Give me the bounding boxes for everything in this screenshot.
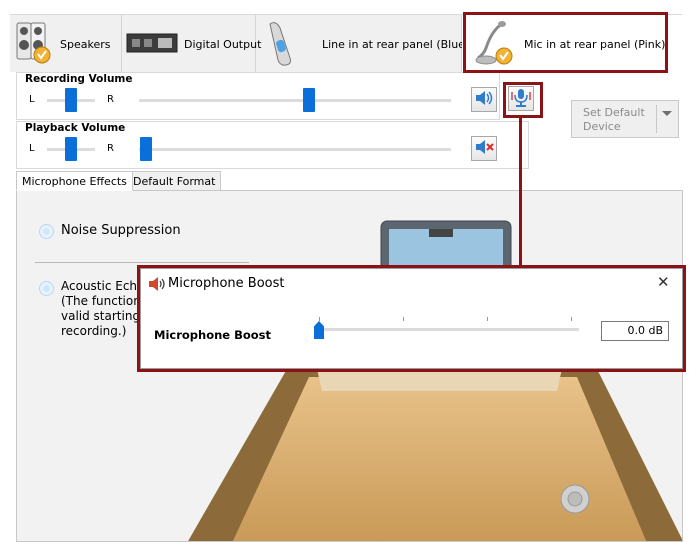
split-divider — [656, 105, 657, 133]
acoustic-line: valid starting — [61, 309, 141, 323]
device-label: Speakers — [60, 37, 111, 51]
speaker-icon — [147, 276, 167, 295]
microphone-icon — [474, 20, 518, 69]
device-label: Digital Output — [184, 37, 262, 51]
device-tab-mic-in[interactable]: Mic in at rear panel (Pink) — [462, 15, 682, 73]
tab-label: Microphone Effects — [22, 175, 127, 188]
tick — [571, 317, 572, 321]
set-default-label-line1: Set Default — [583, 106, 645, 119]
divider — [35, 262, 249, 263]
dialog-title: Microphone Boost — [168, 276, 285, 291]
tick — [319, 317, 320, 321]
tick — [403, 317, 404, 321]
playback-volume-slider[interactable] — [140, 137, 152, 161]
recording-balance-slider[interactable] — [65, 88, 77, 112]
recording-volume-track — [139, 99, 451, 102]
speaker-volume-icon — [474, 90, 494, 109]
boost-track — [317, 328, 579, 331]
tick — [487, 317, 488, 321]
device-tab-bar: Speakers Digital Output Line in at rear … — [10, 14, 682, 73]
acoustic-echo-cancellation-text: Acoustic Ech (The function valid startin… — [61, 279, 141, 339]
device-label: Mic in at rear panel (Pink) — [524, 37, 666, 51]
acoustic-echo-cancellation-radio[interactable] — [39, 281, 54, 296]
tab-default-format[interactable]: Default Format — [127, 171, 222, 191]
balance-right-label: R — [107, 94, 114, 105]
balance-left-label: L — [29, 143, 35, 154]
set-default-label-line2: Device — [583, 120, 621, 133]
device-tab-speakers[interactable]: Speakers — [10, 15, 122, 73]
device-tab-digital-output[interactable]: Digital Output — [122, 15, 261, 73]
noise-suppression-label: Noise Suppression — [61, 223, 181, 238]
recording-volume-slider[interactable] — [303, 88, 315, 112]
dropdown-arrow-icon[interactable] — [661, 108, 673, 121]
balance-right-label: R — [107, 143, 114, 154]
playback-mute-button[interactable] — [471, 136, 497, 161]
microphone-settings-icon — [510, 87, 532, 110]
digital-output-icon — [126, 31, 178, 58]
acoustic-line: Acoustic Ech — [61, 279, 138, 293]
recording-mute-button[interactable] — [471, 87, 497, 112]
acoustic-line: recording.) — [61, 324, 127, 338]
tab-label: Default Format — [133, 175, 216, 188]
playback-volume-title: Playback Volume — [25, 122, 126, 134]
speakers-icon — [16, 21, 52, 68]
acoustic-line: (The function — [61, 294, 141, 308]
tab-microphone-effects[interactable]: Microphone Effects — [16, 171, 133, 191]
device-label: Line in at rear panel (Blue) — [322, 37, 470, 51]
boost-slider[interactable] — [314, 321, 324, 339]
playback-volume-track — [139, 148, 451, 151]
recording-volume-title: Recording Volume — [25, 73, 133, 85]
microphone-boost-button[interactable] — [508, 86, 534, 111]
set-default-device-button[interactable]: Set Default Device — [571, 100, 679, 138]
balance-left-label: L — [29, 94, 35, 105]
speaker-muted-icon — [474, 139, 494, 158]
noise-suppression-radio[interactable] — [39, 224, 54, 239]
microphone-boost-label: Microphone Boost — [154, 328, 271, 342]
line-in-icon — [264, 20, 298, 69]
close-icon[interactable]: ✕ — [657, 273, 670, 291]
device-tab-line-in[interactable]: Line in at rear panel (Blue) — [256, 15, 469, 73]
highlight-connector — [519, 118, 522, 267]
playback-balance-slider[interactable] — [65, 137, 77, 161]
boost-value-field[interactable]: 0.0 dB — [601, 321, 669, 341]
microphone-boost-dialog: Microphone Boost ✕ Microphone Boost 0.0 … — [140, 268, 683, 369]
recording-volume-panel: Recording Volume L R — [16, 72, 500, 120]
playback-volume-panel: Playback Volume L R — [16, 121, 529, 169]
